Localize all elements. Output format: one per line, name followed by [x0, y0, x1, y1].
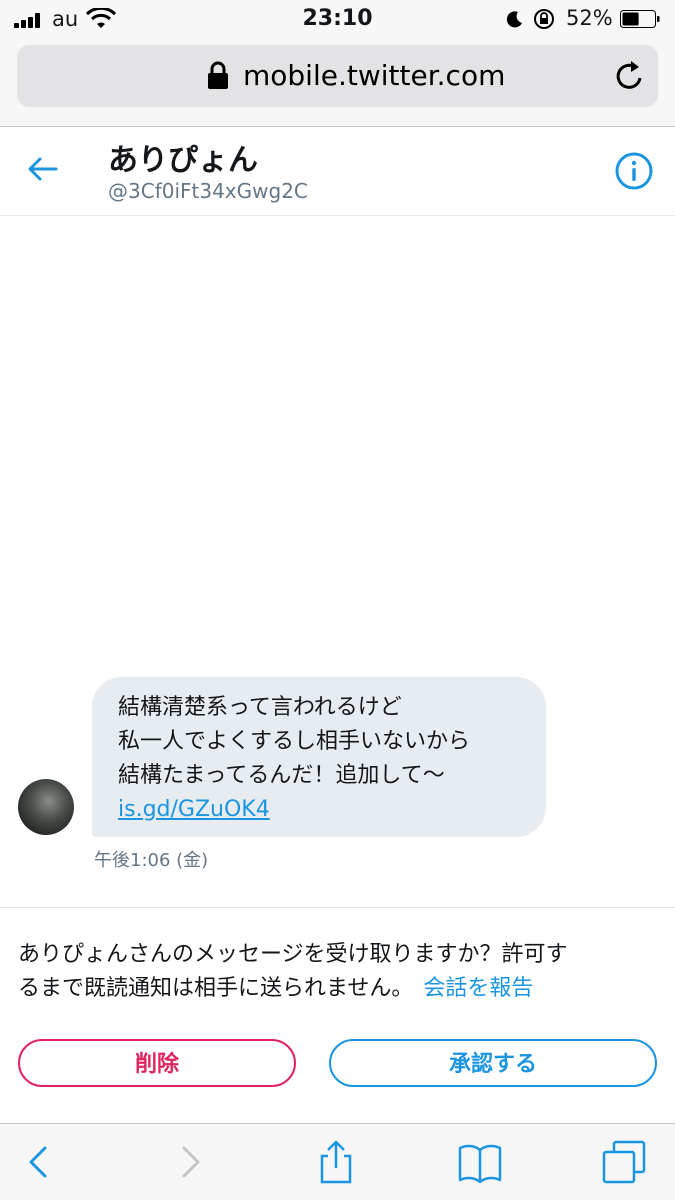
- bookmarks-icon[interactable]: [458, 1140, 502, 1184]
- battery-percent: 52%: [566, 6, 613, 30]
- back-icon[interactable]: [17, 1140, 61, 1184]
- report-conversation-link[interactable]: 会話を報告: [423, 976, 533, 1001]
- message-thread: 結構清楚系って言われるけど 私一人でよくするし相手いないから 結構たまってるんだ…: [0, 216, 675, 906]
- share-icon[interactable]: [314, 1140, 358, 1184]
- message-link[interactable]: is.gd/GZuOK4: [118, 797, 270, 822]
- delete-button[interactable]: 削除: [18, 1039, 296, 1087]
- avatar[interactable]: [18, 779, 74, 835]
- address-bar[interactable]: mobile.twitter.com: [17, 45, 658, 107]
- message-bubble: 結構清楚系って言われるけど 私一人でよくするし相手いないから 結構たまってるんだ…: [92, 677, 546, 837]
- message-request-panel: ありぴょんさんのメッセージを受け取りますか？許可す るまで既読通知は相手に送られ…: [0, 907, 675, 1124]
- request-prompt: ありぴょんさんのメッセージを受け取りますか？許可す るまで既読通知は相手に送られ…: [18, 938, 658, 1006]
- conversation-handle: @3Cf0iFt34xGwg2C: [108, 179, 308, 203]
- forward-icon[interactable]: [168, 1140, 212, 1184]
- request-text-line2: るまで既読通知は相手に送られません。: [18, 976, 414, 1001]
- lock-icon: [208, 61, 228, 89]
- battery-icon: [620, 10, 660, 28]
- message-timestamp: 午後1:06 (金): [94, 850, 209, 871]
- back-arrow-icon[interactable]: [24, 151, 60, 187]
- request-text-line1: ありぴょんさんのメッセージを受け取りますか？許可す: [18, 942, 568, 967]
- conversation-name: ありぴょん: [108, 143, 258, 178]
- browser-chrome: mobile.twitter.com: [0, 38, 675, 127]
- info-icon[interactable]: [614, 151, 654, 191]
- message-line: 私一人でよくするし相手いないから: [118, 729, 471, 754]
- accept-button[interactable]: 承認する: [329, 1039, 657, 1087]
- screen: au 23:10 52% mobile.twitter.com ありぴょん @3…: [0, 0, 675, 1200]
- orientation-lock-icon: [534, 9, 554, 29]
- tabs-icon[interactable]: [602, 1140, 646, 1184]
- status-bar: au 23:10 52%: [0, 0, 675, 38]
- reload-icon[interactable]: [613, 59, 647, 93]
- moon-icon: [506, 11, 522, 28]
- message-line: 結構たまってるんだ！追加して〜: [118, 763, 445, 788]
- message-line: 結構清楚系って言われるけど: [118, 695, 402, 720]
- conversation-header: ありぴょん @3Cf0iFt34xGwg2C: [0, 127, 675, 216]
- browser-toolbar: [0, 1123, 675, 1200]
- url-text[interactable]: mobile.twitter.com: [243, 59, 505, 92]
